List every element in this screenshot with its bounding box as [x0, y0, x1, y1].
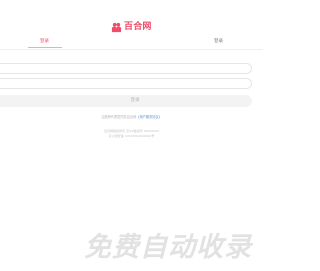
- password-field: [0, 78, 252, 97]
- footer: 百合网版权所有 京ICP备案号 00000000 京公网安备 110105020…: [0, 129, 263, 139]
- username-field: [0, 63, 252, 82]
- login-button[interactable]: 登录: [0, 95, 252, 107]
- tab-register[interactable]: 登录: [214, 38, 223, 46]
- agreement-text: 注册即代表您同意百合网《用户服务协议》: [0, 115, 263, 120]
- login-tabs: 登录 登录: [0, 36, 263, 50]
- watermark-text: 免费自动收录: [84, 232, 252, 263]
- terms-link[interactable]: 《用户服务协议》: [136, 115, 162, 119]
- tab-login[interactable]: 登录: [40, 38, 49, 46]
- active-tab-indicator: [28, 47, 62, 48]
- footer-record: 京公网安备 11010502000000号: [108, 134, 155, 138]
- agreement-prefix: 注册即代表您同意百合网: [101, 115, 137, 119]
- tab-divider: [0, 49, 263, 50]
- logo-text: 百合网: [124, 22, 152, 32]
- lily-couple-icon: [111, 22, 122, 32]
- login-page: 百合网 登录 登录 登录 注册即代表您同意百合网《用户服务协议》 百合网版权所有…: [0, 0, 263, 271]
- brand-logo[interactable]: 百合网: [111, 21, 152, 33]
